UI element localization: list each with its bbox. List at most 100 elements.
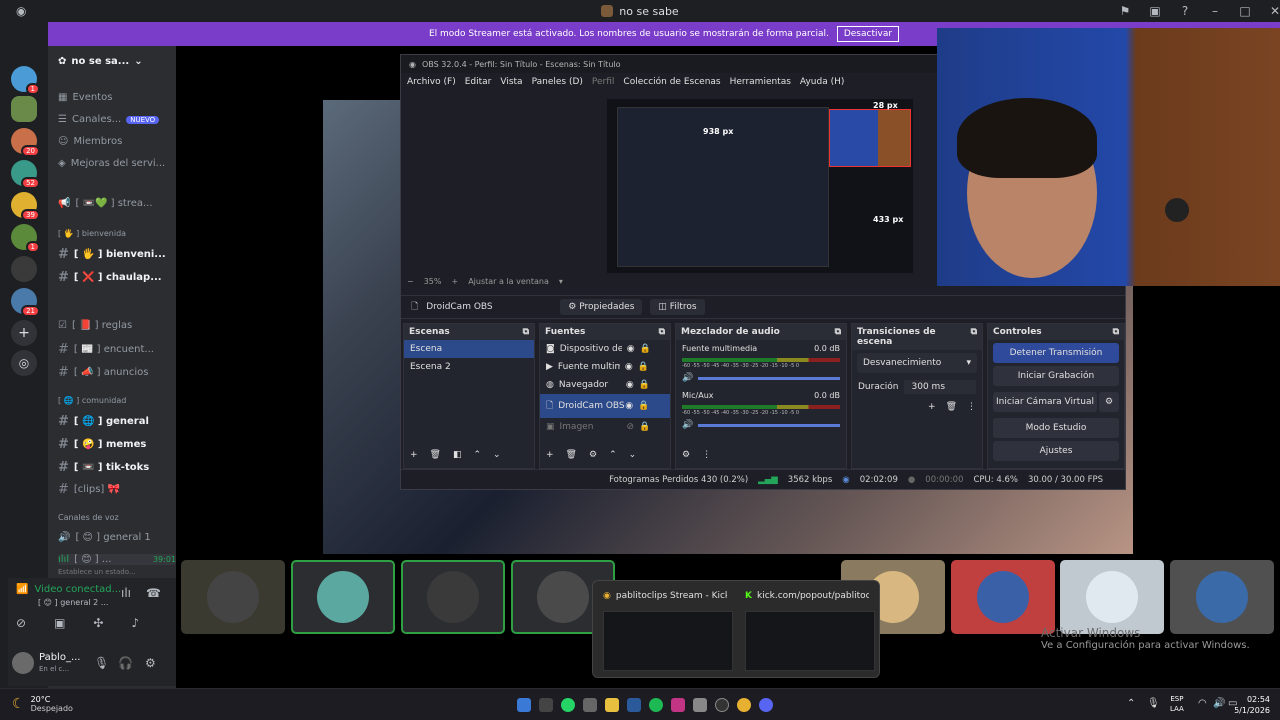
volume-slider[interactable] [698,423,840,427]
screen-icon[interactable]: ▣ [1140,4,1170,18]
lock-icon[interactable]: 🔒 [638,362,649,372]
menu-perfil[interactable]: Perfil [592,77,615,87]
undock-icon[interactable]: ⧉ [659,327,665,337]
menu-archivo[interactable]: Archivo (F) [407,77,456,87]
studio-mode-button[interactable]: Modo Estudio [993,418,1119,438]
channel-clips[interactable]: # [clips] 🎀 [58,482,120,497]
server-icon[interactable]: 52 [11,160,40,189]
scene-filter-icon[interactable]: ◧ [453,450,462,460]
virtual-camera-button[interactable]: Iniciar Cámara Virtual [993,392,1097,412]
transition-select[interactable]: Desvanecimiento ▾ [857,353,977,373]
spotify-icon[interactable] [649,698,663,712]
disconnect-icon[interactable]: ☎ [146,586,161,600]
server-icon[interactable]: 21 [11,288,40,317]
participant-tile[interactable] [291,560,395,634]
channel-general[interactable]: # [ 🌐 ] general [58,414,149,429]
channel-memes[interactable]: # [ 🤪 ] memes [58,437,146,452]
weather-widget[interactable]: ☾ 20°C Despejado [12,695,73,713]
discover-icon[interactable]: ◎ [11,350,37,376]
preview-card[interactable]: ◉ pablitoclips Stream - Kick... [597,585,733,673]
close-button[interactable]: ✕ [1260,4,1280,18]
channel-anuncios[interactable]: # [ 📣 ] anuncios [58,365,148,380]
app-icon[interactable] [693,698,707,712]
eye-icon[interactable]: ◉ [625,401,633,411]
stop-stream-button[interactable]: Detener Transmisión [993,343,1119,363]
filters-button[interactable]: ◫ Filtros [650,299,705,315]
eye-icon[interactable]: ◉ [627,344,635,354]
clock[interactable]: 02:54 5/1/2026 [1230,694,1270,716]
status-hint[interactable]: Establece un estado... [58,568,136,576]
voice-status[interactable]: 📶 Video conectad... [16,584,121,595]
category-comunidad[interactable]: [ 🌐 ] comunidad [58,396,126,405]
obs-preview[interactable]: 938 px 28 px 433 px [607,99,913,273]
nav-channels[interactable]: ☰ Canales... NUEVO [58,114,160,125]
lock-icon[interactable]: 🔒 [639,422,650,432]
properties-button[interactable]: ⚙ Propiedades [560,299,643,315]
undock-icon[interactable]: ⧉ [523,327,529,337]
volume-slider-row[interactable]: 🔊 [676,369,846,387]
more-icon[interactable]: ⋮ [702,450,711,460]
microphone-icon[interactable]: 🎙 [1147,698,1160,709]
menu-editar[interactable]: Editar [465,77,492,87]
nav-boosts[interactable]: ◈ Mejoras del servi... [58,158,165,169]
eye-icon[interactable]: ◉ [626,380,634,390]
server-icon[interactable] [11,256,37,282]
add-icon[interactable]: + [928,402,936,412]
source-item[interactable]: ◙ Dispositivo de c... ◉ 🔒 [540,340,670,358]
search-icon[interactable] [539,698,553,712]
up-icon[interactable]: ⌃ [609,450,617,460]
participant-tile[interactable] [181,560,285,634]
microphone-icon[interactable]: 🎙 [94,656,109,670]
channel-stream[interactable]: 📢 [ 📼💚 ] strea... [58,198,153,209]
maximize-button[interactable]: □ [1230,4,1260,18]
participant-tile[interactable] [1170,560,1274,634]
discord-logo-icon[interactable]: ◉ [16,4,26,18]
menu-coleccion[interactable]: Colección de Escenas [623,77,720,87]
server-icon[interactable]: 1 [11,224,40,253]
menu-paneles[interactable]: Paneles (D) [532,77,583,87]
source-item[interactable]: ◍ Navegador ◉ 🔒 [540,376,670,394]
minimize-button[interactable]: – [1200,4,1230,18]
down-icon[interactable]: ⌄ [493,450,501,460]
duration-input[interactable]: 300 ms [903,380,976,394]
volume-slider[interactable] [698,376,840,380]
lock-icon[interactable]: 🔒 [638,401,649,411]
eye-hidden-icon[interactable]: ⊘ [627,422,635,432]
menu-herramientas[interactable]: Herramientas [730,77,791,87]
instagram-icon[interactable] [671,698,685,712]
server-icon[interactable]: 20 [11,128,40,157]
file-explorer-icon[interactable] [605,698,619,712]
voice-channel-name[interactable]: [ 😊 ] general 2 ... [38,598,108,607]
nav-members[interactable]: ☺ Miembros [58,136,122,147]
source-item[interactable]: 🗋 DroidCam OBS ◉ 🔒 [540,394,670,418]
chevron-up-icon[interactable]: ⌃ [1127,698,1135,709]
undock-icon[interactable]: ⧉ [971,327,977,347]
voice-channel-general1[interactable]: 🔊 [ 😊 ] general 1 [58,532,151,543]
source-item[interactable]: ▣ Imagen ⊘ 🔒 [540,418,670,436]
add-icon[interactable]: + [410,450,418,460]
live-voice-channel[interactable]: ılıl [ 😊 ] ... 39:01 [58,554,176,565]
channel-chaulap[interactable]: # [ ❌ ] chaulap... [58,270,162,285]
app-icon[interactable] [583,698,597,712]
trash-icon[interactable]: 🗑 [430,450,441,460]
gear-icon[interactable]: ⚙ [1099,392,1119,412]
channel-encuent[interactable]: # [ 📰 ] encuent... [58,342,154,357]
channel-reglas[interactable]: ☑ [ 📕 ] reglas [58,320,132,331]
camera-off-icon[interactable]: ⊘ [16,616,26,630]
steam-icon[interactable] [627,698,641,712]
server-icon[interactable]: 1 [11,66,40,95]
gear-icon[interactable]: ⚙ [589,450,597,460]
help-icon[interactable]: ? [1170,4,1200,18]
trash-icon[interactable]: 🗑 [566,450,577,460]
undock-icon[interactable]: ⧉ [835,327,841,337]
category-bienvenida[interactable]: [ 🖐 ] bienvenida [58,229,126,238]
source-item[interactable]: ▶ Fuente multime... ◉ 🔒 [540,358,670,376]
down-icon[interactable]: ⌄ [629,450,637,460]
activities-icon[interactable]: ✣ [93,616,103,630]
scene-item[interactable]: Escena 2 [404,358,534,376]
add-server-icon[interactable]: + [11,320,37,346]
fit-window-select[interactable]: Ajustar a la ventana [468,277,549,286]
advanced-audio-icon[interactable]: ⚙ [682,450,690,460]
deactivate-button[interactable]: Desactivar [836,26,900,42]
chrome-icon[interactable] [737,698,751,712]
